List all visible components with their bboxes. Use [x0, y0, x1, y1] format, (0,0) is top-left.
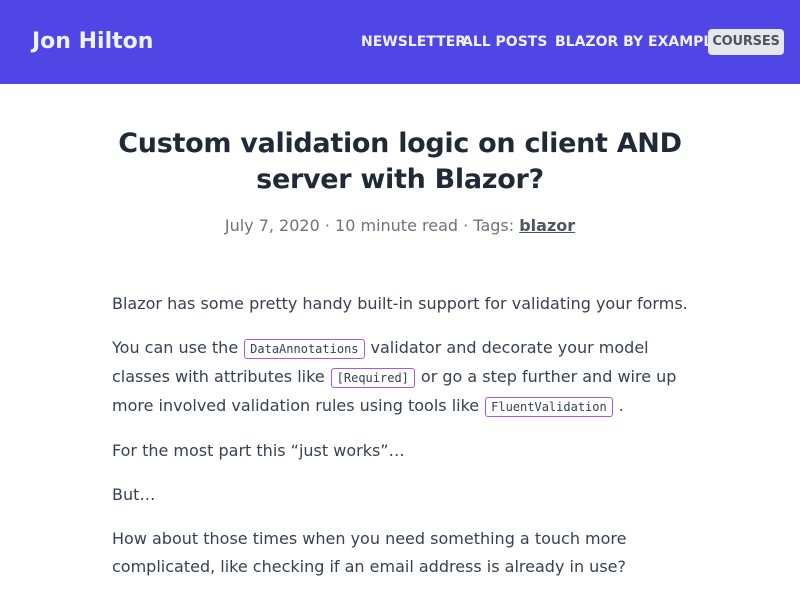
site-title-link[interactable]: Jon Hilton — [32, 29, 153, 54]
paragraph-3: For the most part this “just works”… — [112, 441, 405, 460]
site-header: Jon Hilton NEWSLETTER ALL POSTS BLAZOR B… — [0, 0, 800, 84]
meta-separator: · — [458, 216, 474, 235]
tag-link-blazor[interactable]: blazor — [519, 216, 575, 235]
paragraph-1: Blazor has some pretty handy built-in su… — [112, 294, 688, 313]
inline-code-required: [Required] — [330, 368, 415, 388]
inline-code-dataannotations: DataAnnotations — [244, 339, 365, 359]
paragraph-2: You can use the DataAnnotations validator … — [112, 334, 702, 421]
paragraph-text: You can use the — [112, 338, 239, 357]
nav-blazor-by-example-link[interactable]: BLAZOR BY EXAMPLE — [555, 34, 722, 50]
paragraph-5: How about those times when you need some… — [112, 529, 627, 576]
nav-courses-button[interactable]: COURSES — [708, 29, 784, 55]
post-content: Blazor has some pretty handy built-in su… — [112, 290, 702, 597]
post-title: Custom validation logic on client AND se… — [118, 128, 682, 195]
nav-newsletter-link[interactable]: NEWSLETTER — [361, 34, 466, 50]
inline-code-fluentvalidation: FluentValidation — [485, 397, 613, 417]
post-date: July 7, 2020 — [224, 216, 320, 235]
paragraph-4: But… — [112, 485, 156, 504]
read-time: 10 minute read — [335, 216, 459, 235]
nav-all-posts-link[interactable]: ALL POSTS — [462, 34, 547, 50]
meta-separator: · — [319, 216, 336, 235]
post-meta: July 7, 2020 · 10 minute read · Tags: bl… — [100, 216, 700, 235]
tags-label: Tags: — [473, 216, 520, 235]
paragraph-text: . — [618, 396, 624, 415]
